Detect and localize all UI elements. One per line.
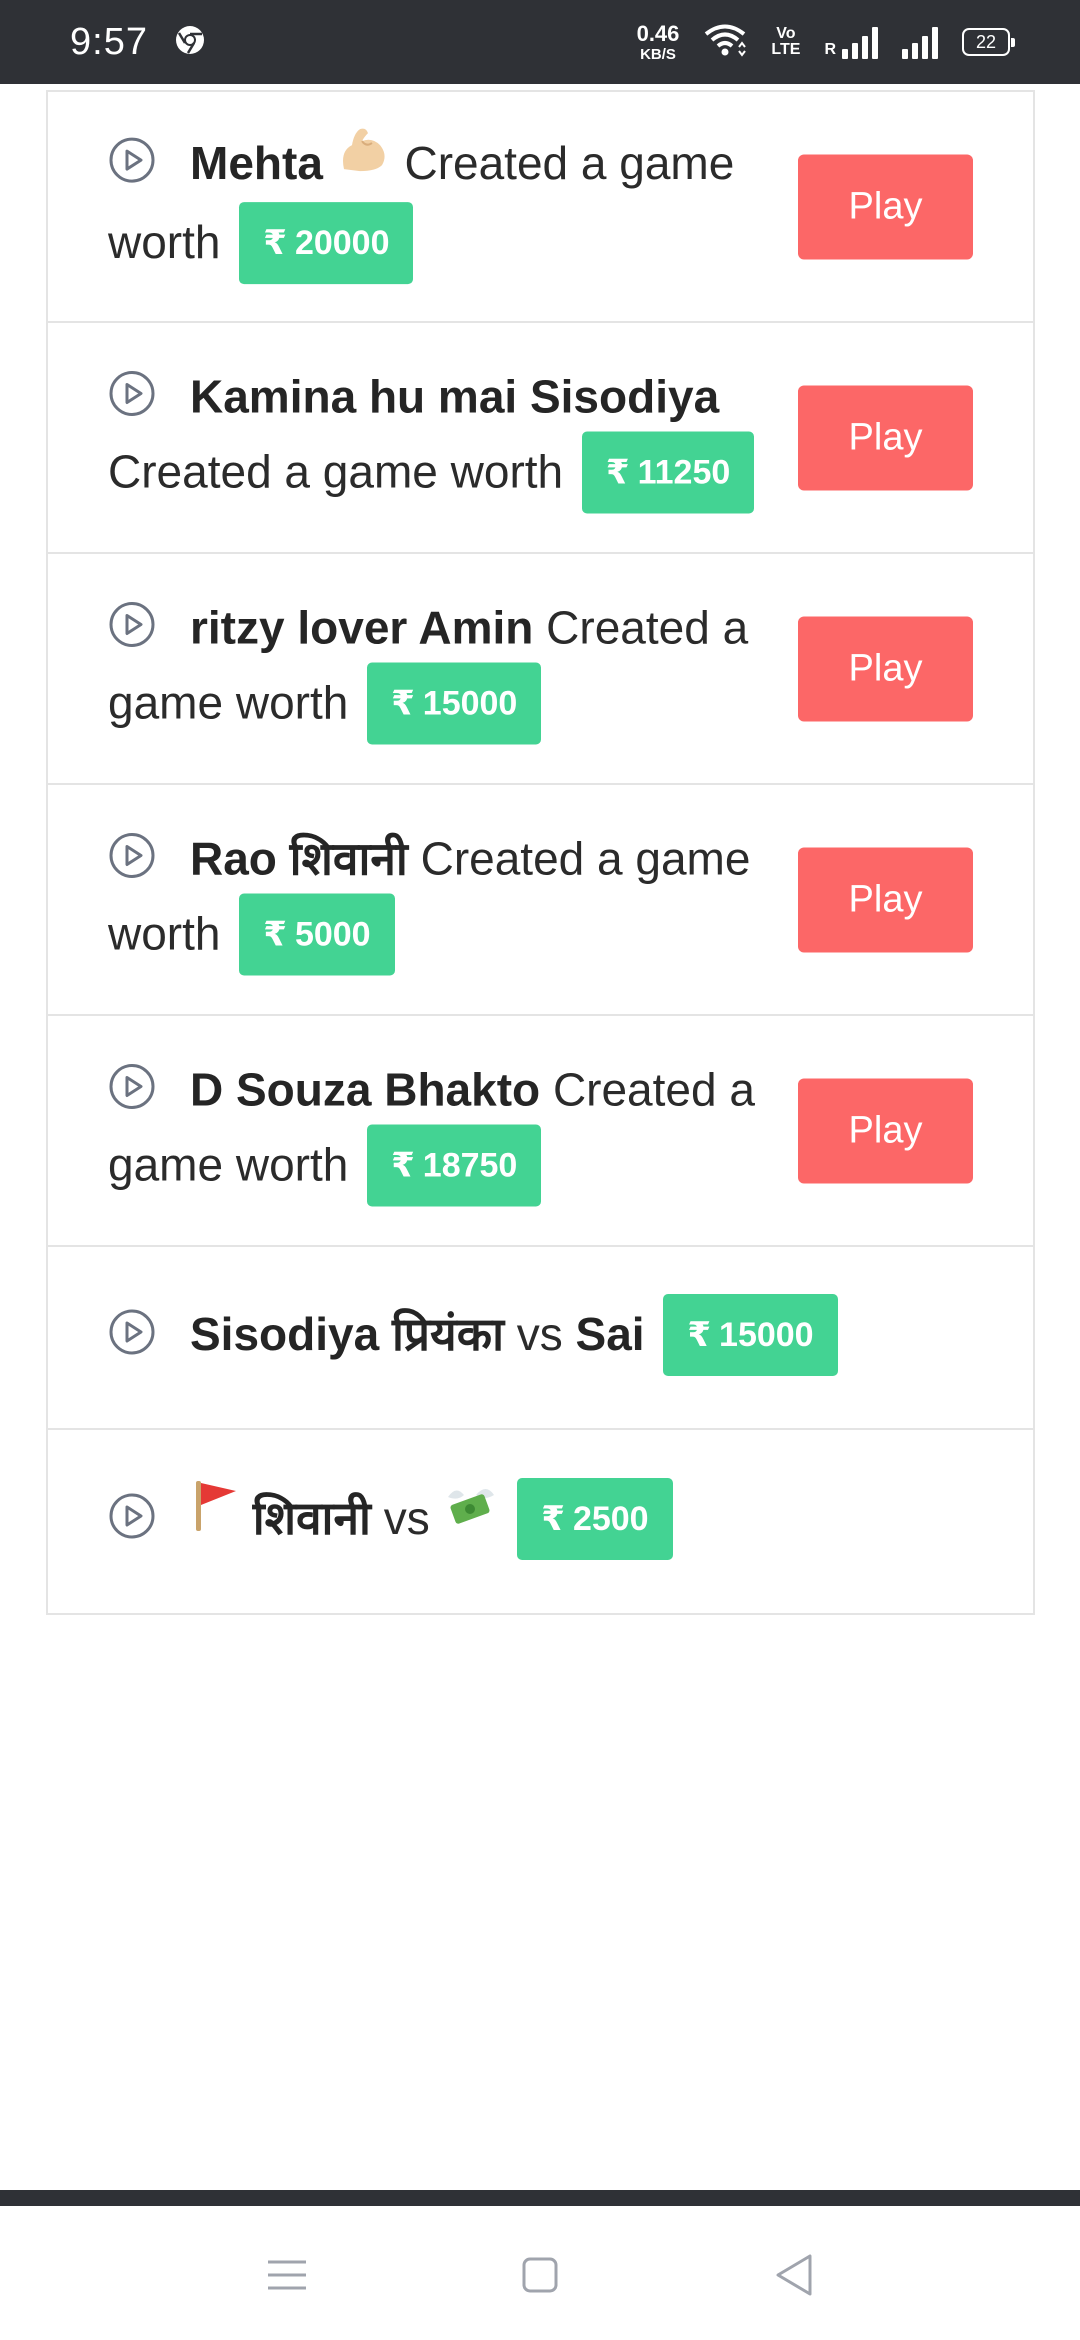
- player-one-name: शिवानी: [252, 1491, 371, 1544]
- play-circle-icon: [109, 1064, 155, 1110]
- signal-strength-sim1: R: [824, 25, 878, 59]
- play-circle-icon: [109, 137, 155, 183]
- vs-label: vs: [383, 1491, 430, 1544]
- wifi-icon: [703, 23, 747, 62]
- amount-badge: ₹20000: [239, 202, 414, 285]
- amount-badge: ₹15000: [367, 662, 542, 744]
- play-button[interactable]: Play: [798, 616, 973, 721]
- player-name: ritzy lover Amin: [190, 601, 534, 653]
- menu-icon[interactable]: [262, 2250, 312, 2300]
- red-flag-icon: [190, 1477, 240, 1555]
- play-circle-icon: [109, 833, 155, 879]
- vs-label: vs: [516, 1307, 563, 1360]
- amount-badge: ₹2500: [517, 1477, 673, 1560]
- match-row: शिवानी vs ₹2500: [48, 1430, 1033, 1613]
- signal-strength-sim2: [902, 25, 938, 59]
- created-game-text: Created a game worth: [108, 445, 564, 498]
- game-row: ritzy lover Amin Created a game worth ₹1…: [48, 554, 1033, 785]
- game-row: D Souza Bhakto Created a game worth ₹187…: [48, 1016, 1033, 1247]
- game-row: Rao शिवानी Created a game worth ₹5000 Pl…: [48, 785, 1033, 1016]
- player-name: Mehta: [190, 136, 323, 189]
- amount-badge: ₹18750: [367, 1124, 542, 1206]
- player-name: Rao शिवानी: [190, 832, 408, 884]
- match-row: Sisodiya प्रियंका vs Sai ₹15000: [48, 1247, 1033, 1430]
- amount-badge: ₹15000: [663, 1293, 838, 1376]
- bottom-divider: [0, 2190, 1080, 2206]
- player-one-name: Sisodiya प्रियंका: [190, 1307, 504, 1360]
- money-with-wings-icon: [442, 1477, 498, 1555]
- play-button[interactable]: Play: [798, 1078, 973, 1183]
- network-speed: 0.46 KB/S: [636, 20, 680, 63]
- play-button[interactable]: Play: [798, 385, 973, 490]
- player-name: D Souza Bhakto: [190, 1063, 541, 1115]
- status-bar: 9:57 0.46 KB/S Vo LTE R 22: [0, 0, 1080, 84]
- play-circle-icon: [109, 1309, 155, 1354]
- game-row: Kamina hu mai Sisodiya Created a game wo…: [48, 323, 1033, 554]
- battery-level: 22: [975, 31, 997, 52]
- navigation-bar: [0, 2206, 1080, 2340]
- amount-badge: ₹11250: [581, 431, 755, 513]
- muscle-emoji-icon: [336, 121, 392, 199]
- game-row: Mehta Created a game worth ₹20000 Play: [48, 92, 1033, 323]
- play-button[interactable]: Play: [798, 847, 973, 952]
- game-list: Mehta Created a game worth ₹20000 Play K…: [46, 90, 1035, 1615]
- player-two-name: Sai: [575, 1307, 645, 1360]
- home-square-icon[interactable]: [515, 2250, 565, 2300]
- play-circle-icon: [109, 1493, 155, 1538]
- play-button[interactable]: Play: [798, 154, 973, 259]
- chrome-icon: [174, 24, 206, 61]
- back-triangle-icon[interactable]: [770, 2250, 820, 2300]
- status-time: 9:57: [70, 20, 148, 63]
- play-circle-icon: [109, 602, 155, 648]
- play-circle-icon: [109, 371, 155, 417]
- volte-indicator: Vo LTE: [771, 25, 801, 58]
- battery-icon: 22: [962, 28, 1015, 56]
- player-name: Kamina hu mai Sisodiya: [190, 370, 720, 422]
- amount-badge: ₹5000: [239, 893, 395, 975]
